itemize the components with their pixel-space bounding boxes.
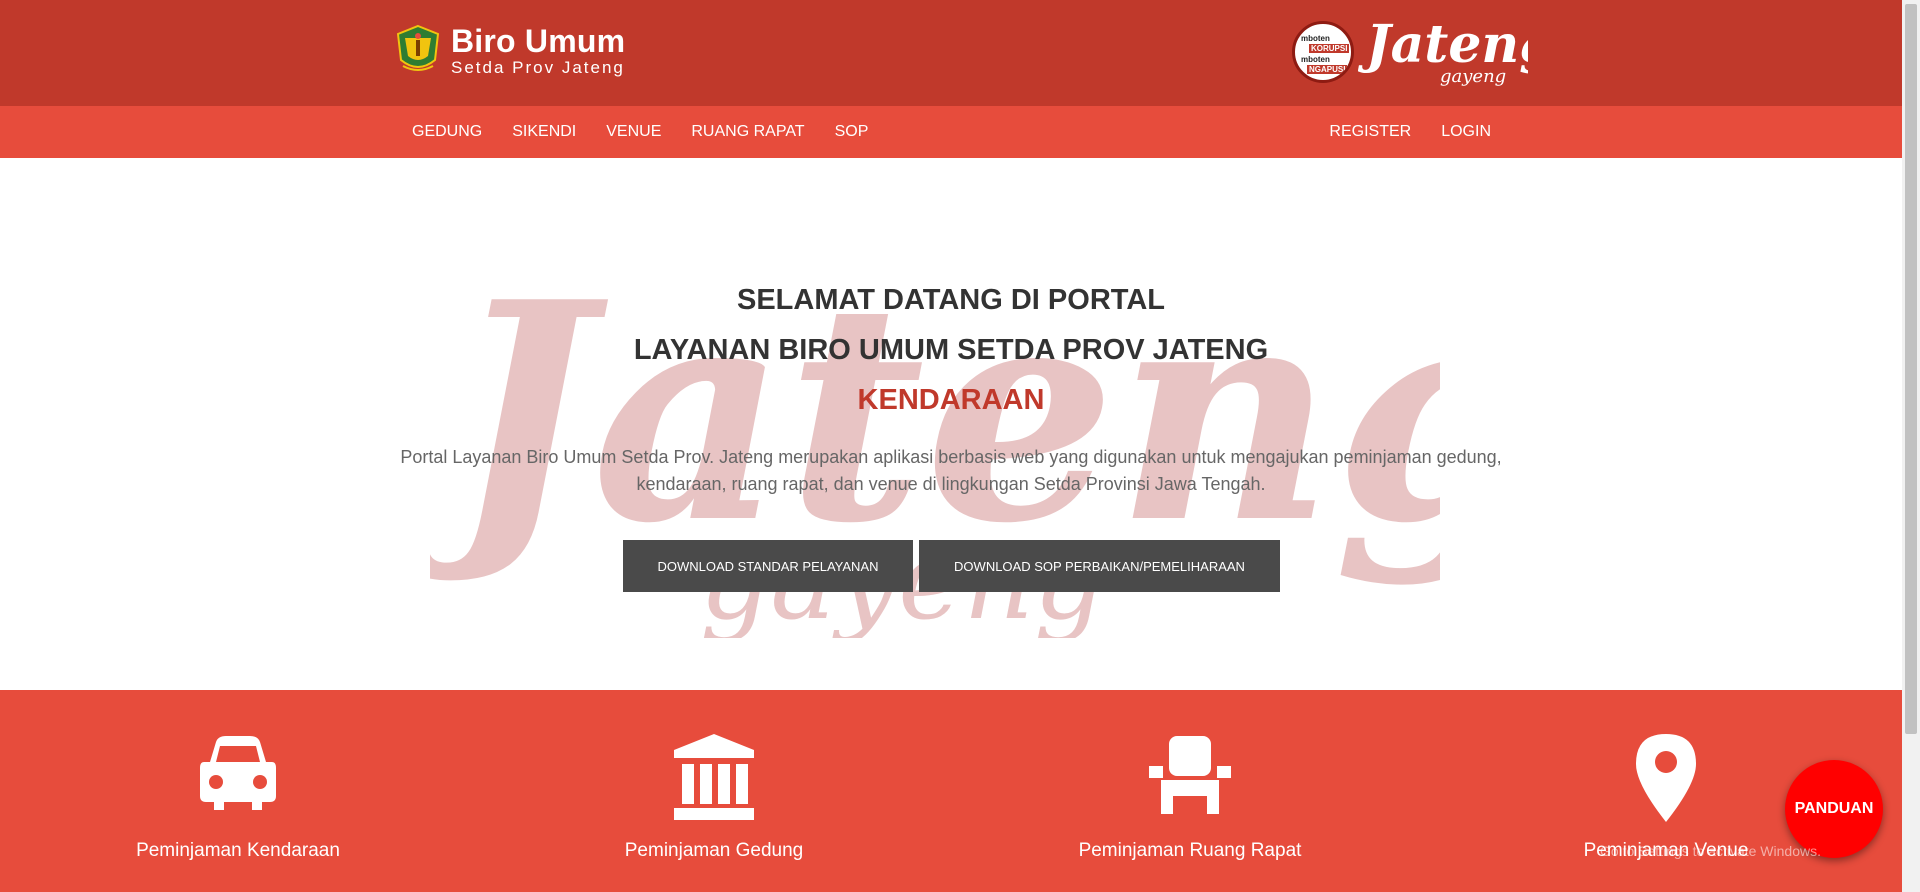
jateng-gayeng-logo: Jateng gayeng [1358,14,1528,87]
windows-activation-line2: Go to Settings to activate Windows. [1600,843,1821,859]
windows-activation-notice: Go to Settings to activate Windows. [1600,840,1821,862]
download-buttons: DOWNLOAD STANDAR PELAYANAN DOWNLOAD SOP … [623,540,1280,592]
nav-item-sop[interactable]: SOP [820,123,884,141]
service-label: Peminjaman Gedung [624,840,804,861]
nav-item-ruang-rapat[interactable]: RUANG RAPAT [676,123,819,141]
hero-highlight: KENDARAAN [857,384,1045,416]
page-scrollbar[interactable] [1902,0,1920,892]
crest-icon [396,24,440,71]
service-label: Peminjaman Kendaraan [136,840,340,861]
brand-logo[interactable]: Biro Umum Setda Prov Jateng [395,22,625,78]
download-sop-button[interactable]: DOWNLOAD SOP PERBAIKAN/PEMELIHARAAN [919,540,1280,592]
nav-item-register[interactable]: REGISTER [1314,123,1426,141]
nav-item-gedung[interactable]: GEDUNG [397,123,497,141]
top-header: Biro Umum Setda Prov Jateng mboten KORUP… [0,0,1902,106]
service-label: Peminjaman Ruang Rapat [1078,840,1302,861]
car-icon [200,736,276,810]
anti-corruption-badge: mboten KORUPSI mboten NGAPUSI [1292,21,1354,83]
hero-section: Jateng gayeng SELAMAT DATANG DI PORTAL L… [0,158,1902,690]
nav-left-menu: GEDUNG SIKENDI VENUE RUANG RAPAT SOP [397,106,883,158]
brand-title: Biro Umum [451,22,626,59]
chair-icon [1149,736,1231,814]
hero-title-line2: LAYANAN BIRO UMUM SETDA PROV JATENG [633,334,1269,366]
main-navbar: GEDUNG SIKENDI VENUE RUANG RAPAT SOP REG… [0,106,1902,158]
hero-description: Portal Layanan Biro Umum Setda Prov. Jat… [400,447,1502,494]
scrollbar-thumb[interactable] [1905,4,1917,734]
nav-item-venue[interactable]: VENUE [591,123,676,141]
hero-title-line1: SELAMAT DATANG DI PORTAL [737,284,1165,316]
building-icon [674,734,754,820]
nav-item-login[interactable]: LOGIN [1426,123,1506,141]
brand-subtitle: Setda Prov Jateng [451,57,625,77]
nav-item-sikendi[interactable]: SIKENDI [497,123,591,141]
nav-right-menu: REGISTER LOGIN [1314,106,1506,158]
svg-text:gayeng: gayeng [1440,66,1506,87]
map-marker-icon [1636,734,1696,822]
download-standar-pelayanan-button[interactable]: DOWNLOAD STANDAR PELAYANAN [623,540,913,592]
